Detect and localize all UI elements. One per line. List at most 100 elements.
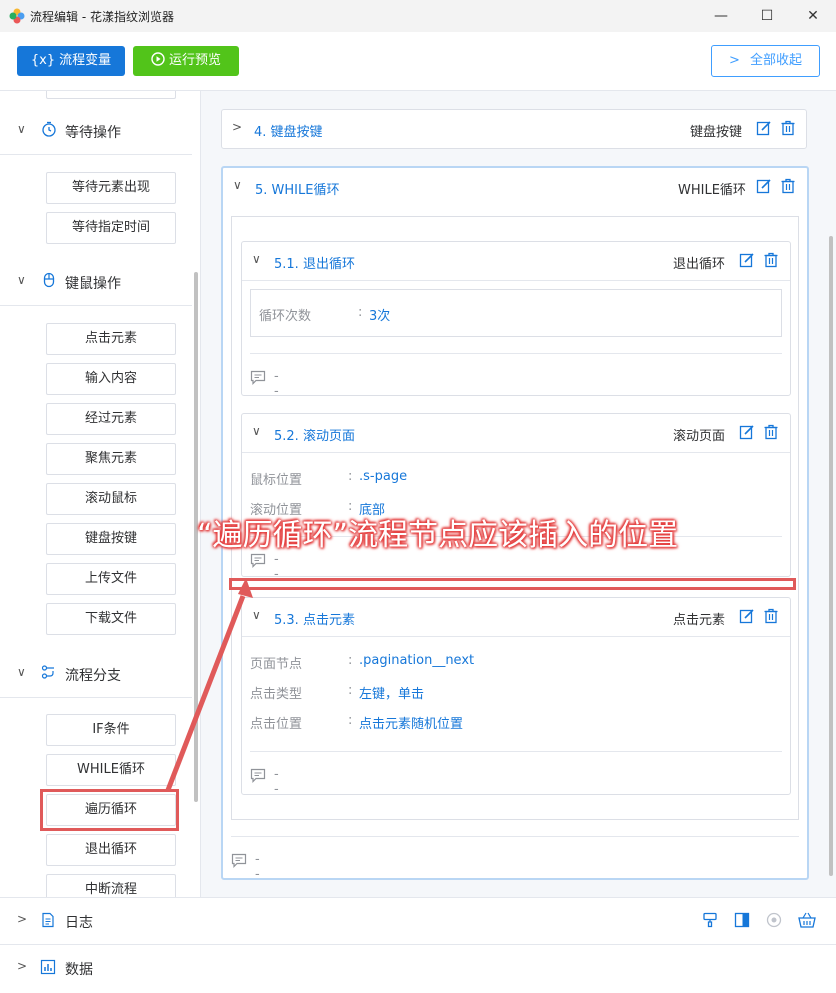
flow-variables-button[interactable]: {x} 流程变量 [17, 46, 125, 76]
annotation-source-box [40, 789, 179, 831]
node-title: 5.1. 退出循环 [274, 257, 355, 272]
bar-chart-icon [40, 959, 56, 975]
run-preview-button[interactable]: 运行预览 [133, 46, 239, 76]
sidebar-item-wait-time[interactable]: 等待指定时间 [46, 212, 176, 244]
panel-label: 数据 [65, 962, 93, 978]
node-title: 5. WHILE循环 [255, 183, 340, 198]
group-flow-branch[interactable]: ∨ 流程分支 [0, 651, 192, 698]
toolbar: {x} 流程变量 运行预览 > 全部收起 [0, 32, 836, 91]
clear-basket-icon[interactable] [798, 912, 816, 928]
chevron-down-icon[interactable]: ∨ [252, 252, 261, 266]
delete-icon[interactable] [763, 608, 779, 624]
sidebar-item-scroll-mouse[interactable]: 滚动鼠标 [46, 483, 176, 515]
node-title: 5.2. 滚动页面 [274, 429, 355, 444]
card-header[interactable]: ∨ 5.1. 退出循环 退出循环 [242, 242, 790, 281]
sidebar-item-if-condition[interactable]: IF条件 [46, 714, 176, 746]
sidebar-item-input-content[interactable]: 输入内容 [46, 363, 176, 395]
sidebar-item-hover-element[interactable]: 经过元素 [46, 403, 176, 435]
title-bar: 流程编辑 - 花漾指纹浏览器 — ☐ ✕ [0, 0, 836, 32]
data-panel-header[interactable]: > 数据 [0, 944, 836, 993]
card-header[interactable]: ∨ 5.3. 点击元素 点击元素 [242, 598, 790, 637]
sidebar-item-hidden[interactable] [46, 91, 176, 99]
node-type: WHILE循环 [678, 183, 746, 198]
field-label: 循环次数 [259, 309, 312, 324]
node-type: 键盘按键 [690, 125, 743, 140]
edit-icon[interactable] [756, 178, 772, 194]
field-value: 左键，单击 [359, 687, 425, 702]
sidebar-item-interrupt-flow[interactable]: 中断流程 [46, 874, 176, 897]
edit-icon[interactable] [739, 424, 755, 440]
group-label: 等待操作 [65, 125, 121, 141]
group-wait[interactable]: ∨ 等待操作 [0, 108, 192, 155]
card-header[interactable]: > 4. 键盘按键 键盘按键 [222, 110, 806, 148]
field-colon: : [358, 305, 363, 320]
run-preview-label: 运行预览 [168, 53, 221, 68]
comment-text: -- [274, 767, 279, 797]
minimize-button[interactable]: — [698, 0, 744, 32]
divider [231, 836, 799, 837]
node-title: 4. 键盘按键 [254, 125, 323, 140]
maximize-button[interactable]: ☐ [744, 0, 790, 32]
field-colon: : [348, 469, 353, 484]
sidebar-item-while-loop[interactable]: WHILE循环 [46, 754, 176, 786]
edit-icon[interactable] [739, 252, 755, 268]
log-panel-header[interactable]: > 日志 [0, 897, 836, 944]
delete-icon[interactable] [780, 120, 796, 136]
field-label: 鼠标位置 [250, 473, 303, 488]
comment-icon [250, 768, 266, 783]
comment-icon [250, 370, 266, 385]
node-type: 退出循环 [673, 257, 726, 272]
collapse-all-button[interactable]: > 全部收起 [711, 45, 820, 77]
field-value: 点击元素随机位置 [359, 717, 464, 732]
field-colon: : [348, 713, 353, 728]
panel-layout-icon[interactable] [734, 912, 750, 928]
divider [250, 353, 782, 354]
variable-icon: {x} [30, 53, 56, 68]
record-icon[interactable] [766, 912, 782, 928]
document-icon [42, 912, 54, 928]
edit-icon[interactable] [739, 608, 755, 624]
collapse-all-label: 全部收起 [749, 53, 802, 68]
chevron-down-icon: ∨ [17, 273, 26, 287]
flow-node-card[interactable]: ∨ 5.3. 点击元素 点击元素 页面节点 : .pagination__nex… [241, 597, 791, 797]
delete-icon[interactable] [763, 252, 779, 268]
canvas-scrollbar[interactable] [829, 236, 833, 876]
chevron-down-icon[interactable]: ∨ [233, 178, 242, 192]
flow-node-card[interactable]: > 4. 键盘按键 键盘按键 [221, 109, 807, 149]
edit-icon[interactable] [756, 120, 772, 136]
flow-node-card[interactable]: ∨ 5.1. 退出循环 退出循环 循环次数 : 3次 -- [241, 241, 791, 399]
brush-icon[interactable] [702, 912, 718, 928]
sidebar-item-wait-element[interactable]: 等待元素出现 [46, 172, 176, 204]
card-header[interactable]: ∨ 5.2. 滚动页面 滚动页面 [242, 414, 790, 453]
group-label: 键鼠操作 [65, 276, 121, 292]
chevron-down-icon[interactable]: ∨ [252, 424, 261, 438]
sidebar-item-keyboard-key[interactable]: 键盘按键 [46, 523, 176, 555]
delete-icon[interactable] [763, 424, 779, 440]
field-value: 3次 [369, 309, 391, 324]
annotation-caption: “遍历循环”流程节点应该插入的位置 [197, 518, 679, 553]
timer-icon [42, 121, 56, 137]
sidebar-item-click-element[interactable]: 点击元素 [46, 323, 176, 355]
sidebar-item-upload-file[interactable]: 上传文件 [46, 563, 176, 595]
card-header[interactable]: ∨ 5. WHILE循环 WHILE循环 [223, 168, 807, 206]
chevron-right-icon[interactable]: > [232, 120, 242, 134]
sidebar-item-focus-element[interactable]: 聚焦元素 [46, 443, 176, 475]
delete-icon[interactable] [780, 178, 796, 194]
window-title: 流程编辑 - 花漾指纹浏览器 [30, 10, 174, 24]
close-button[interactable]: ✕ [790, 0, 836, 32]
flow-variables-label: 流程变量 [59, 53, 112, 68]
chevron-down-icon[interactable]: ∨ [252, 608, 261, 622]
field-label: 页面节点 [250, 657, 303, 672]
field-colon: : [348, 683, 353, 698]
divider [250, 751, 782, 752]
field-value: .s-page [359, 469, 408, 484]
group-mouse-keyboard[interactable]: ∨ 键鼠操作 [0, 259, 192, 306]
sidebar-item-exit-loop[interactable]: 退出循环 [46, 834, 176, 866]
sidebar-item-download-file[interactable]: 下载文件 [46, 603, 176, 635]
field-value: .pagination__next [359, 653, 475, 668]
comment-icon [231, 853, 247, 868]
branch-icon [41, 665, 54, 679]
node-type: 滚动页面 [673, 429, 726, 444]
comment-text: -- [255, 852, 260, 882]
node-type: 点击元素 [673, 613, 726, 628]
